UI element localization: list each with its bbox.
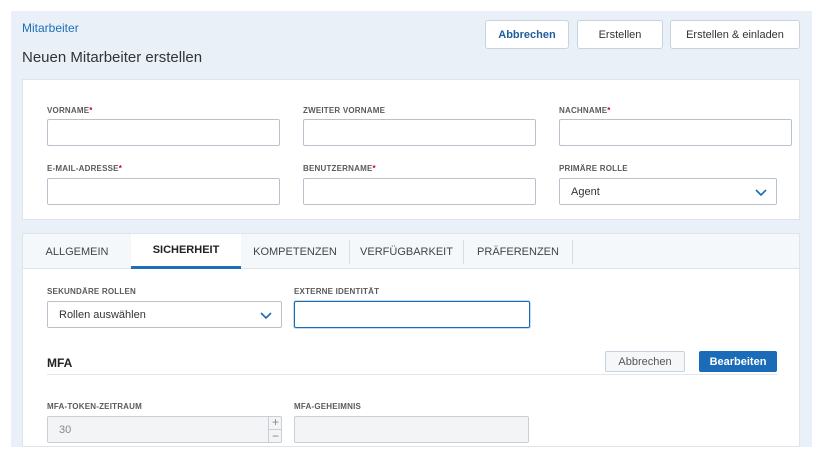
username-input[interactable] xyxy=(303,178,536,205)
external-identity-label: EXTERNE IDENTITÄT xyxy=(294,287,380,296)
email-label: E-MAIL-ADRESSE* xyxy=(47,164,123,173)
tab-preferences-label: PRÄFERENZEN xyxy=(477,245,559,258)
tab-availability[interactable]: VERFÜGBARKEIT xyxy=(350,234,463,269)
last-name-label: NACHNAME* xyxy=(559,106,611,115)
middle-name-input[interactable] xyxy=(303,119,536,146)
decrement-icon[interactable]: − xyxy=(269,429,282,442)
tab-preferences[interactable]: PRÄFERENZEN xyxy=(464,234,572,269)
primary-role-value: Agent xyxy=(571,186,600,198)
mfa-secret-label: MFA-GEHEIMNIS xyxy=(294,402,362,411)
increment-icon[interactable]: + xyxy=(269,416,282,429)
tab-security[interactable]: SICHERHEIT xyxy=(131,234,241,269)
mfa-token-period-stepper: + − xyxy=(268,416,282,443)
section-divider xyxy=(47,374,777,375)
mfa-cancel-button[interactable]: Abbrechen xyxy=(605,351,685,372)
chevron-down-icon xyxy=(755,189,767,197)
username-label: BENUTZERNAME* xyxy=(303,164,376,173)
tab-skills[interactable]: KOMPETENZEN xyxy=(241,234,349,269)
header-cancel-button[interactable]: Abbrechen xyxy=(485,20,569,49)
tab-general[interactable]: ALLGEMEIN xyxy=(23,234,131,269)
mfa-section-title: MFA xyxy=(47,356,73,370)
chevron-down-icon xyxy=(260,312,272,320)
external-identity-input[interactable] xyxy=(294,301,530,328)
tab-divider xyxy=(572,240,573,264)
first-name-input[interactable] xyxy=(47,119,280,146)
tab-bar: ALLGEMEIN SICHERHEIT KOMPETENZEN VERFÜGB… xyxy=(23,234,799,269)
create-and-invite-button[interactable]: Erstellen & einladen xyxy=(670,20,800,49)
email-input[interactable] xyxy=(47,178,280,205)
basic-info-card: VORNAME* ZWEITER VORNAME NACHNAME* E-MAI… xyxy=(22,79,800,220)
tab-skills-label: KOMPETENZEN xyxy=(253,245,337,258)
primary-role-select[interactable]: Agent xyxy=(559,178,777,205)
mfa-edit-button[interactable]: Bearbeiten xyxy=(699,351,777,372)
tab-availability-label: VERFÜGBARKEIT xyxy=(360,245,453,258)
secondary-roles-label: SEKUNDÄRE ROLLEN xyxy=(47,287,136,296)
last-name-input[interactable] xyxy=(559,119,792,146)
page-background: Mitarbeiter Neuen Mitarbeiter erstellen … xyxy=(11,11,812,447)
page-title: Neuen Mitarbeiter erstellen xyxy=(22,49,203,66)
middle-name-label: ZWEITER VORNAME xyxy=(303,106,386,115)
mfa-secret-input[interactable] xyxy=(294,416,529,443)
secondary-roles-select[interactable]: Rollen auswählen xyxy=(47,301,282,328)
create-button[interactable]: Erstellen xyxy=(577,20,663,49)
page-header: Mitarbeiter Neuen Mitarbeiter erstellen … xyxy=(11,11,812,79)
mfa-token-period-label: MFA-TOKEN-ZEITRAUM xyxy=(47,402,142,411)
tab-security-label: SICHERHEIT xyxy=(152,244,220,256)
tab-general-label: ALLGEMEIN xyxy=(45,245,109,258)
details-tabs-card: ALLGEMEIN SICHERHEIT KOMPETENZEN VERFÜGB… xyxy=(22,233,800,447)
breadcrumb-employees[interactable]: Mitarbeiter xyxy=(22,21,79,35)
secondary-roles-placeholder: Rollen auswählen xyxy=(59,309,146,321)
first-name-label: VORNAME* xyxy=(47,106,93,115)
mfa-token-period-input[interactable] xyxy=(47,416,282,443)
primary-role-label: PRIMÄRE ROLLE xyxy=(559,164,628,173)
